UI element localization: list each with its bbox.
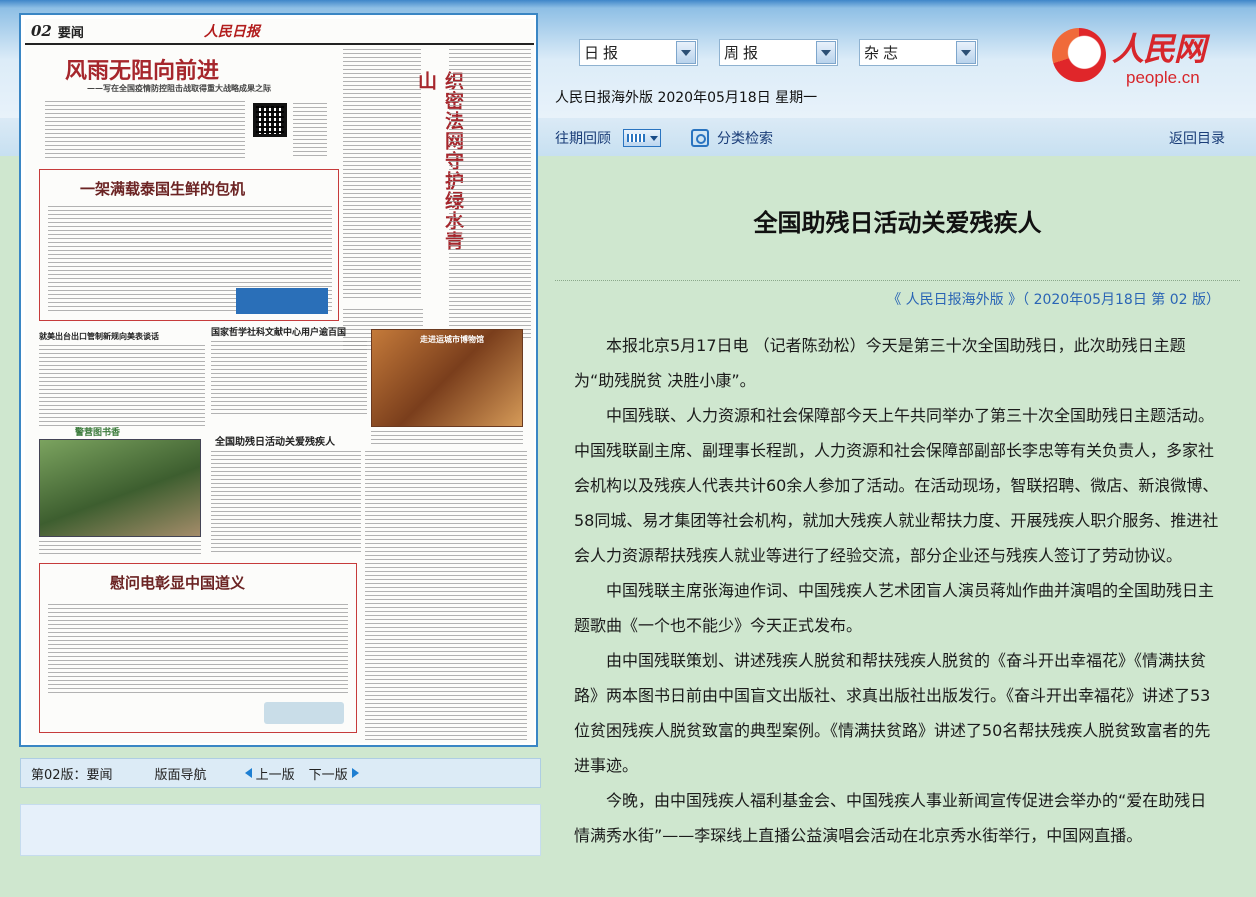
page-nav-title: 版面导航	[154, 767, 207, 783]
newspaper-museum-photo: 走进运城市博物馆	[371, 329, 523, 427]
logo-english-text: people.cn	[1126, 68, 1200, 87]
article-paragraph: 由中国残联策划、讲述残疾人脱贫和帮扶残疾人脱贫的《奋斗开出幸福花》《情满扶贫路》…	[574, 651, 1211, 775]
article-source[interactable]: 《 人民日报海外版 》（ 2020年05月18日 第 02 版）	[555, 289, 1220, 309]
newspaper-masthead: 人民日报	[203, 24, 260, 40]
weekly-select-value: 周报	[724, 44, 763, 62]
newspaper-text-block	[293, 103, 327, 159]
past-review-link[interactable]: 往期回顾	[555, 128, 611, 148]
newspaper-headline-small1: 就美出台出口管制新规向美表谈话	[39, 331, 159, 341]
people-cn-logo[interactable]: 人民网 people.cn	[1052, 24, 1222, 90]
edition-date-line: 人民日报海外版 2020年05月18日 星期一	[555, 90, 818, 106]
current-page-label: 第02版：要闻	[31, 767, 113, 783]
daily-select-value: 日报	[584, 44, 623, 62]
newspaper-text-block	[211, 451, 361, 555]
page-nav-panel	[20, 804, 541, 856]
newspaper-text-block	[449, 49, 531, 339]
logo-swirl-icon	[1052, 28, 1106, 82]
newspaper-logo-badge	[264, 702, 344, 724]
chevron-down-icon[interactable]	[956, 41, 976, 64]
newspaper-text-block	[371, 431, 523, 447]
search-icon[interactable]	[691, 129, 709, 147]
chevron-down-icon[interactable]	[816, 41, 836, 64]
toolbar: 往期回顾 分类检索 返回目录	[555, 126, 1235, 150]
newspaper-text-block	[211, 341, 367, 417]
calendar-icon[interactable]	[623, 129, 661, 147]
prev-page-label: 上一版	[255, 767, 295, 783]
newspaper-text-block	[365, 451, 527, 741]
arrow-left-icon	[244, 768, 252, 778]
newspaper-text-block	[45, 101, 245, 161]
logo-chinese-text: 人民网	[1112, 30, 1206, 68]
newspaper-headline-police: 警营图书香	[75, 428, 121, 438]
newspaper-headline-box2: 慰问电彰显中国道义	[110, 574, 246, 592]
magazine-select-value: 杂志	[864, 44, 903, 62]
newspaper-text-block	[48, 604, 348, 696]
magazine-select[interactable]: 杂志	[859, 39, 978, 66]
newspaper-page[interactable]: 02 要闻 人民日报 风雨无阻向前进 ——写在全国疫情防控阻击战取得重大战略成果…	[25, 19, 534, 743]
newspaper-headline-museum: 走进运城市博物馆	[420, 334, 484, 344]
newspaper-text-block	[343, 49, 421, 299]
newspaper-section: 要闻	[57, 25, 84, 41]
article-paragraph: 本报北京5月17日电 （记者陈劲松）今天是第三十次全国助残日，此次助残日主题为“…	[574, 336, 1186, 390]
newspaper-page-frame[interactable]: 02 要闻 人民日报 风雨无阻向前进 ——写在全国疫情防控阻击战取得重大战略成果…	[19, 13, 538, 747]
article-paragraph: 中国残联主席张海迪作词、中国残疾人艺术团盲人演员蒋灿作曲并演唱的全国助残日主题歌…	[574, 581, 1215, 635]
back-to-index-link[interactable]: 返回目录	[1169, 128, 1225, 148]
newspaper-badge	[236, 288, 328, 314]
newspaper-headline-article[interactable]: 全国助残日活动关爱残疾人	[215, 433, 335, 448]
weekly-select[interactable]: 周报	[719, 39, 838, 66]
newspaper-box-article: 一架满载泰国生鲜的包机	[39, 169, 339, 321]
article-paragraph: 中国残联、人力资源和社会保障部今天上午共同举办了第三十次全国助残日主题活动。中国…	[574, 406, 1219, 565]
newspaper-text-block	[39, 541, 201, 557]
qr-code-icon	[253, 103, 287, 137]
article-title: 全国助残日活动关爱残疾人	[753, 209, 1042, 237]
next-page-label: 下一版	[308, 767, 348, 783]
daily-select[interactable]: 日报	[579, 39, 698, 66]
newspaper-headline-sub: ——写在全国疫情防控阻击战取得重大战略成果之际	[87, 83, 271, 93]
page-navigation-bar: 第02版：要闻 版面导航 上一版 下一版	[20, 758, 541, 788]
chevron-down-icon[interactable]	[676, 41, 696, 64]
newspaper-headline-small2: 国家哲学社科文献中心用户逾百国	[211, 328, 347, 338]
newspaper-header: 02 要闻 人民日报	[25, 19, 534, 45]
prev-page-link[interactable]: 上一版	[241, 764, 295, 783]
newspaper-page-number: 02	[31, 22, 52, 40]
newspaper-headline-main: 风雨无阻向前进	[65, 58, 220, 84]
article-paragraph: 今晚，由中国残疾人福利基金会、中国残疾人事业新闻宣传促进会举办的“爱在助残日 情…	[574, 791, 1207, 845]
newspaper-police-photo	[39, 439, 201, 537]
category-search-link[interactable]: 分类检索	[717, 128, 773, 148]
newspaper-text-block	[39, 345, 205, 429]
title-divider	[555, 280, 1240, 281]
newspaper-box-article: 慰问电彰显中国道义	[39, 563, 357, 733]
article-body: 本报北京5月17日电 （记者陈劲松）今天是第三十次全国助残日，此次助残日主题为“…	[574, 328, 1224, 897]
next-page-link[interactable]: 下一版	[309, 764, 363, 783]
newspaper-headline-box1: 一架满载泰国生鲜的包机	[80, 180, 246, 198]
arrow-right-icon	[351, 768, 359, 778]
